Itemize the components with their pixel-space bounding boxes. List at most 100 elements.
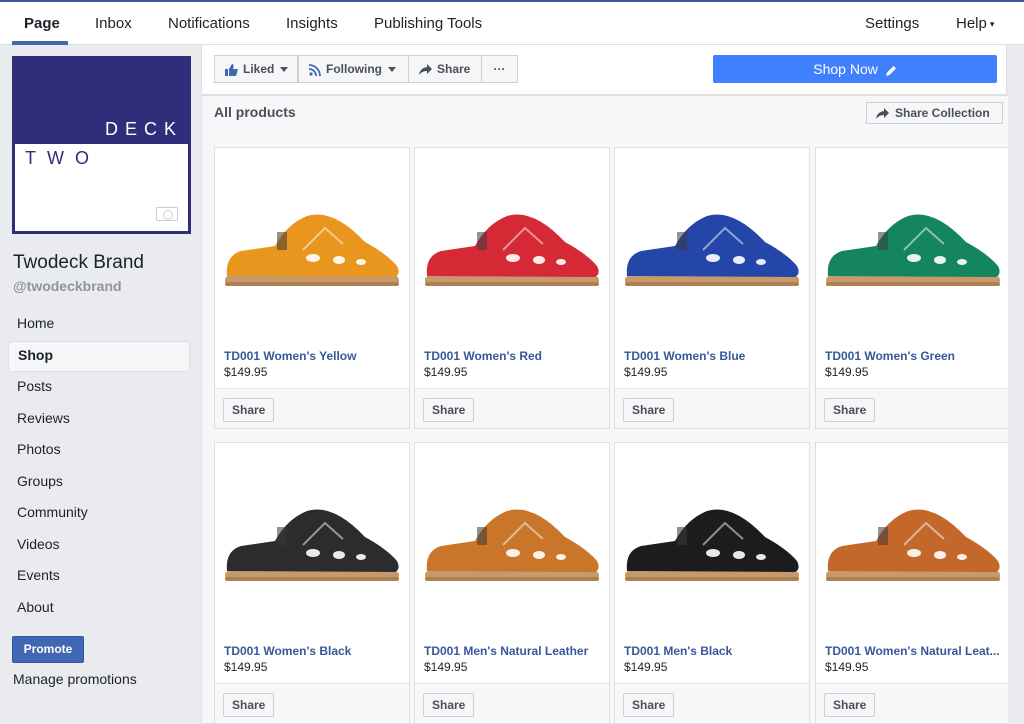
tab-help[interactable]: Help ▾ <box>956 2 994 45</box>
share-page-button[interactable]: Share <box>408 55 482 83</box>
product-card[interactable]: TD001 Women's Yellow $149.95 Share <box>214 147 410 429</box>
help-label: Help <box>956 15 987 32</box>
share-collection-button[interactable]: Share Collection <box>866 102 1003 124</box>
product-card-footer: Share <box>816 388 1010 428</box>
product-card[interactable]: TD001 Women's Green $149.95 Share <box>815 147 1011 429</box>
promote-button[interactable]: Promote <box>12 636 84 663</box>
product-image[interactable] <box>816 148 1010 343</box>
product-card-footer: Share <box>215 683 409 723</box>
liked-label: Liked <box>243 62 275 76</box>
product-price: $149.95 <box>224 660 268 674</box>
liked-button[interactable]: Liked <box>214 55 298 83</box>
sidebar-item-home[interactable]: Home <box>8 309 190 341</box>
product-card[interactable]: TD001 Women's Blue $149.95 Share <box>614 147 810 429</box>
product-card[interactable]: TD001 Women's Red $149.95 Share <box>414 147 610 429</box>
page-handle[interactable]: @twodeckbrand <box>13 278 122 294</box>
tab-inbox[interactable]: Inbox <box>95 2 132 45</box>
product-share-button[interactable]: Share <box>223 398 275 422</box>
sidebar-item-community[interactable]: Community <box>8 498 190 530</box>
page-scrollbar[interactable] <box>1008 45 1024 724</box>
sidebar-item-groups[interactable]: Groups <box>8 467 190 499</box>
manage-promotions-link[interactable]: Manage promotions <box>13 671 137 687</box>
product-name[interactable]: TD001 Women's Black <box>224 644 404 658</box>
product-share-button[interactable]: Share <box>623 693 675 717</box>
product-share-button[interactable]: Share <box>824 693 876 717</box>
share-collection-label: Share Collection <box>895 106 990 120</box>
product-name[interactable]: TD001 Women's Yellow <box>224 349 404 363</box>
product-name[interactable]: TD001 Men's Black <box>624 644 804 658</box>
product-image[interactable] <box>215 443 409 638</box>
logo-white-panel: TWO <box>15 144 188 231</box>
shop-now-button[interactable]: Shop Now <box>713 55 997 83</box>
product-card-footer: Share <box>615 683 809 723</box>
product-name[interactable]: TD001 Women's Natural Leat... <box>825 644 1005 658</box>
sandal-image <box>826 509 1000 581</box>
tab-notifications[interactable]: Notifications <box>168 2 250 45</box>
product-image[interactable] <box>615 443 809 638</box>
sidebar-item-posts[interactable]: Posts <box>8 372 190 404</box>
product-card-footer: Share <box>816 683 1010 723</box>
product-image[interactable] <box>215 148 409 343</box>
page-top-nav: Page Inbox Notifications Insights Publis… <box>0 0 1024 45</box>
sidebar-item-about[interactable]: About <box>8 593 190 625</box>
page-nav-list: Home Shop Posts Reviews Photos Groups Co… <box>8 309 190 624</box>
product-share-button[interactable]: Share <box>824 398 876 422</box>
product-price: $149.95 <box>424 660 468 674</box>
product-card-footer: Share <box>615 388 809 428</box>
sandal-image <box>425 509 599 581</box>
product-name[interactable]: TD001 Women's Blue <box>624 349 804 363</box>
product-card-footer: Share <box>215 388 409 428</box>
sandal-image <box>225 509 399 581</box>
profile-logo[interactable]: DECK TWO <box>12 56 191 234</box>
share-arrow-icon <box>419 64 432 76</box>
product-image[interactable] <box>615 148 809 343</box>
sidebar-item-shop[interactable]: Shop <box>8 340 190 372</box>
camera-icon[interactable] <box>156 207 178 221</box>
sidebar-item-reviews[interactable]: Reviews <box>8 404 190 436</box>
chevron-down-icon <box>388 67 396 73</box>
product-image[interactable] <box>415 148 609 343</box>
product-price: $149.95 <box>825 365 869 379</box>
product-card[interactable]: TD001 Women's Natural Leat... $149.95 Shar… <box>815 442 1011 724</box>
page-name[interactable]: Twodeck Brand <box>13 252 144 274</box>
sandal-image <box>225 214 399 286</box>
product-card-footer: Share <box>415 388 609 428</box>
following-button[interactable]: Following <box>298 55 409 83</box>
left-sidebar: DECK TWO Twodeck Brand @twodeckbrand Hom… <box>0 45 200 724</box>
sandal-image <box>625 214 799 286</box>
sandal-image <box>826 214 1000 286</box>
page-action-bar: Liked Following Share ··· Shop Now <box>201 45 1007 95</box>
product-price: $149.95 <box>624 365 668 379</box>
share-arrow-icon <box>876 108 889 120</box>
thumbs-up-icon <box>225 63 238 76</box>
tab-settings[interactable]: Settings <box>865 2 919 45</box>
product-price: $149.95 <box>624 660 668 674</box>
sidebar-item-events[interactable]: Events <box>8 561 190 593</box>
product-share-button[interactable]: Share <box>423 693 475 717</box>
product-card[interactable]: TD001 Women's Black $149.95 Share <box>214 442 410 724</box>
product-name[interactable]: TD001 Men's Natural Leather <box>424 644 604 658</box>
products-heading: All products <box>214 104 296 120</box>
product-image[interactable] <box>816 443 1010 638</box>
sandal-image <box>625 509 799 581</box>
product-card-footer: Share <box>415 683 609 723</box>
product-name[interactable]: TD001 Women's Green <box>825 349 1005 363</box>
sandal-image <box>425 214 599 286</box>
more-options-button[interactable]: ··· <box>481 55 518 83</box>
product-image[interactable] <box>415 443 609 638</box>
product-price: $149.95 <box>224 365 268 379</box>
sidebar-item-photos[interactable]: Photos <box>8 435 190 467</box>
product-name[interactable]: TD001 Women's Red <box>424 349 604 363</box>
product-card[interactable]: TD001 Men's Natural Leather $149.95 Share <box>414 442 610 724</box>
product-share-button[interactable]: Share <box>623 398 675 422</box>
tab-publishing-tools[interactable]: Publishing Tools <box>374 2 482 45</box>
tab-insights[interactable]: Insights <box>286 2 338 45</box>
pencil-icon <box>885 65 896 76</box>
product-share-button[interactable]: Share <box>223 693 275 717</box>
sidebar-item-videos[interactable]: Videos <box>8 530 190 562</box>
share-label: Share <box>437 62 471 76</box>
following-label: Following <box>326 62 382 76</box>
tab-page[interactable]: Page <box>24 2 60 45</box>
product-share-button[interactable]: Share <box>423 398 475 422</box>
product-card[interactable]: TD001 Men's Black $149.95 Share <box>614 442 810 724</box>
